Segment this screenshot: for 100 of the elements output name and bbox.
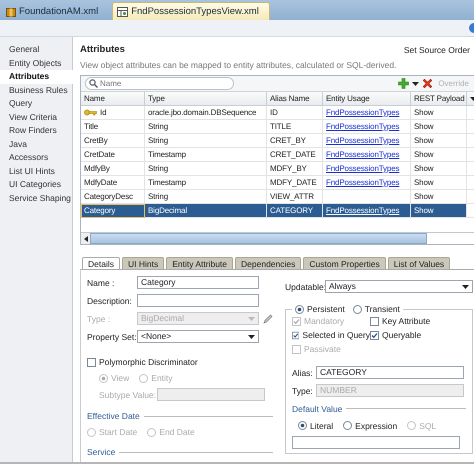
table-cell: Timestamp <box>145 148 267 162</box>
table-cell: Show <box>411 120 467 134</box>
nav-item[interactable]: Attributes <box>0 70 73 84</box>
table-cell: Category <box>81 204 145 218</box>
section-title: Attributes <box>80 44 125 55</box>
table-cell: MdfyDate <box>81 176 145 190</box>
column-header[interactable]: Type <box>145 92 267 106</box>
detail-tab[interactable]: List of Values <box>388 257 450 269</box>
column-header[interactable]: Name <box>81 92 145 106</box>
table-cell: CATEGORY <box>267 204 323 218</box>
entity-usage-link[interactable]: FndPossessionTypes <box>326 162 400 175</box>
table-cell: MDFY_BY <box>267 162 323 176</box>
entity-usage-link[interactable]: FndPossessionTypes <box>326 106 400 119</box>
nav-item[interactable]: Service Shaping <box>0 192 72 205</box>
input-field[interactable] <box>292 436 460 449</box>
column-header[interactable]: REST Payload <box>411 92 467 106</box>
nav-item[interactable]: Row Finders <box>0 124 72 138</box>
table-cell: CRET_BY <box>267 134 323 148</box>
entity-usage-link[interactable]: FndPossessionTypes <box>326 148 400 161</box>
package-icon <box>6 6 16 16</box>
editor-tab[interactable]: FndPossessionTypesView.xml <box>112 2 270 20</box>
checkbox[interactable]: Key Attribute <box>370 316 466 326</box>
table-cell: Show <box>411 134 467 148</box>
table-cell: TITLE <box>267 120 323 134</box>
key-icon <box>84 109 97 116</box>
radio-button[interactable]: Literal <box>298 420 334 430</box>
field-label: Type: <box>292 386 314 396</box>
table-cell: ID <box>267 106 323 120</box>
dropdown-arrow-icon[interactable] <box>462 284 469 288</box>
table-cell: Show <box>411 148 467 162</box>
dropdown-arrow-icon[interactable] <box>412 82 420 86</box>
table-cell: CRET_DATE <box>267 148 323 162</box>
table-cell: String <box>145 120 267 134</box>
dropdown-field[interactable]: <None> <box>137 330 259 343</box>
table-cell: Show <box>411 204 467 218</box>
checkbox[interactable]: Polymorphic Discriminator <box>87 357 198 367</box>
dropdown-arrow-icon[interactable] <box>248 334 255 338</box>
detail-tab[interactable]: Dependencies <box>235 257 302 269</box>
field-label: Property Set: <box>87 332 137 342</box>
entity-usage-link[interactable]: FndPossessionTypes <box>326 176 400 189</box>
table-cell: CretDate <box>81 148 145 162</box>
table-cell: Title <box>81 120 145 134</box>
section-heading: Effective Date <box>87 411 140 421</box>
search-field[interactable]: Name <box>85 77 234 90</box>
help-icon[interactable] <box>468 23 474 33</box>
field-label: Alias: <box>292 368 314 378</box>
radio-button[interactable]: Transient <box>352 304 400 314</box>
field-label: Name : <box>87 278 116 288</box>
field-label: Subtype Value: <box>99 390 157 400</box>
field-label: Type : <box>87 314 112 324</box>
detail-tab[interactable]: Details <box>82 257 120 270</box>
table-cell: Show <box>411 176 467 190</box>
input-field[interactable] <box>137 294 259 307</box>
dropdown-field[interactable]: Always <box>325 280 473 293</box>
pencil-icon[interactable] <box>263 314 273 324</box>
detail-tab[interactable]: Entity Attribute <box>166 257 234 269</box>
delete-icon[interactable] <box>422 78 434 89</box>
grid-icon <box>117 6 128 16</box>
input-field[interactable]: Category <box>137 276 259 289</box>
nav-item[interactable]: UI Categories <box>0 178 72 192</box>
column-header[interactable]: Entity Usage <box>323 92 411 106</box>
radio-button[interactable]: Expression <box>343 420 398 430</box>
nav-item[interactable]: List UI Hints <box>0 164 72 178</box>
field-label: Updatable: <box>285 282 325 292</box>
table-cell: Id <box>81 106 145 120</box>
table-cell: BigDecimal <box>145 204 267 218</box>
table-cell: MDFY_DATE <box>267 176 323 190</box>
nav-item[interactable]: Business Rules <box>0 84 72 97</box>
scroll-left-icon[interactable] <box>84 236 88 242</box>
section-heading: Default Value <box>292 404 342 414</box>
checkbox[interactable]: Queryable <box>370 330 466 340</box>
table-cell: String <box>145 162 267 176</box>
checkbox[interactable]: Selected in Query <box>292 330 370 340</box>
section-description: View object attributes can be mapped to entity attributes, calculated or SQL-derived. <box>80 60 398 70</box>
horizontal-scrollbar[interactable] <box>81 232 474 244</box>
add-icon[interactable] <box>398 78 410 89</box>
detail-tab[interactable]: Custom Properties <box>303 257 386 269</box>
radio-button[interactable]: Persistent <box>295 304 345 314</box>
table-cell: String <box>145 134 267 148</box>
table-cell: oracle.jbo.domain.DBSequence <box>145 106 267 120</box>
nav-item[interactable]: Query <box>0 97 72 110</box>
set-source-order-link[interactable]: Set Source Order <box>404 44 470 54</box>
column-header[interactable]: Alias Name <box>267 92 323 106</box>
section-heading: Service <box>87 447 116 457</box>
nav-item[interactable]: Entity Objects <box>0 56 72 70</box>
nav-item[interactable]: Accessors <box>0 151 72 164</box>
entity-usage-link[interactable]: FndPossessionTypes <box>326 120 400 133</box>
input-field[interactable]: CATEGORY <box>316 366 464 379</box>
nav-item[interactable]: General <box>0 43 72 56</box>
table-cell: MdfyBy <box>81 162 145 176</box>
detail-tab[interactable]: UI Hints <box>122 257 164 269</box>
entity-usage-link[interactable]: FndPossessionTypes <box>326 134 400 147</box>
nav-item[interactable]: Java <box>0 138 72 151</box>
table-cell: Timestamp <box>145 176 267 190</box>
search-icon <box>89 79 98 88</box>
editor-tab[interactable]: FoundationAM.xml <box>2 3 108 20</box>
table-cell: Show <box>411 106 467 120</box>
table-cell: Show <box>411 162 467 176</box>
nav-item[interactable]: View Criteria <box>0 110 72 124</box>
field-label: Description: <box>87 296 133 306</box>
